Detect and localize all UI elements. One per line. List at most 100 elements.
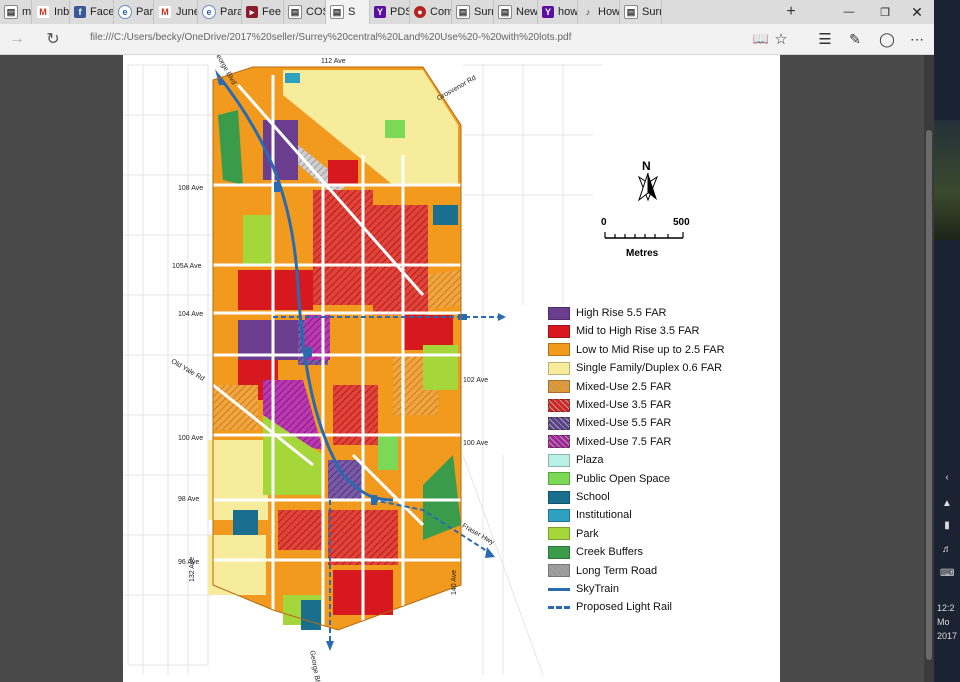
legend-item: Mixed-Use 3.5 FAR (548, 397, 671, 413)
road-label: 100 Ave (463, 440, 489, 447)
tab-15[interactable]: ▤ Surre (620, 0, 662, 24)
tab-label: Surre (474, 6, 493, 18)
legend-label: Park (576, 527, 599, 540)
tab-label: How (598, 6, 620, 18)
legend-label: SkyTrain (576, 583, 619, 595)
legend-item: SkyTrain (548, 581, 619, 597)
road-label: 98 Ave (178, 496, 200, 503)
tab-12[interactable]: ▤ New (494, 0, 538, 24)
tab-3[interactable]: e Parac (114, 0, 154, 24)
edge-icon: e (202, 5, 216, 19)
taskbar-time[interactable]: 12:2 (937, 603, 955, 613)
pdf-page: 112 Ave King George Blvd Grosvenor Rd 10… (123, 55, 780, 682)
legend-label: Single Family/Duplex 0.6 FAR (576, 362, 723, 375)
road-label: 105A Ave (172, 263, 202, 270)
legend-swatch (548, 324, 570, 338)
close-window-button[interactable]: ✕ (902, 0, 932, 24)
battery-icon[interactable]: ▮ (940, 520, 954, 532)
road-label: 132 Ave (189, 556, 196, 582)
legend-swatch (548, 398, 570, 412)
tab-4[interactable]: M June (154, 0, 198, 24)
legend-swatch (548, 587, 570, 591)
tab-label: Parag (220, 6, 241, 18)
road-label: 112 Ave (321, 58, 346, 65)
refresh-icon[interactable]: ↻ (38, 24, 68, 54)
road-label: 102 Ave (463, 377, 489, 384)
chevron-left-icon[interactable]: ‹ (940, 472, 954, 484)
legend-swatch (548, 361, 570, 375)
tab-14[interactable]: ♪ How (578, 0, 620, 24)
legend-swatch (548, 343, 570, 357)
legend-item: Institutional (548, 507, 632, 523)
volume-icon[interactable]: ♬ (940, 544, 954, 556)
tab-10[interactable]: ● Conv (410, 0, 452, 24)
legend-item: High Rise 5.5 FAR (548, 305, 666, 321)
legend-label: Mid to High Rise 3.5 FAR (576, 325, 700, 338)
gmail-icon: M (36, 5, 50, 19)
more-icon[interactable]: ⋯ (902, 24, 932, 54)
legend-label: Institutional (576, 509, 632, 522)
legend-item: Mid to High Rise 3.5 FAR (548, 323, 700, 339)
legend-item: Mixed-Use 7.5 FAR (548, 434, 671, 450)
taskbar-day[interactable]: Mo (937, 617, 950, 627)
legend-swatch (548, 527, 570, 541)
legend-label: Mixed-Use 7.5 FAR (576, 435, 672, 448)
legend-label: Mixed-Use 2.5 FAR (576, 380, 672, 393)
legend-item: Long Term Road (548, 563, 657, 579)
taskbar-year[interactable]: 2017 (937, 631, 957, 641)
tab-label: Fee A (262, 6, 283, 18)
doc-icon: ▤ (456, 5, 470, 19)
tab-7[interactable]: ▤ COSN (284, 0, 326, 24)
pdf-viewer: 112 Ave King George Blvd Grosvenor Rd 10… (0, 55, 934, 682)
tab-label: COSN (306, 6, 325, 18)
tab-label: PDS (390, 6, 409, 18)
doc-icon: ▤ (4, 5, 18, 19)
legend-item: School (548, 489, 610, 505)
url-field[interactable]: file:///C:/Users/becky/OneDrive/2017%20s… (90, 32, 571, 43)
share-icon[interactable]: ◯ (872, 24, 902, 54)
tab-5[interactable]: e Parag (198, 0, 242, 24)
hub-icon[interactable]: ☰ (810, 24, 840, 54)
new-tab-button[interactable]: + (781, 0, 801, 24)
scale-end: 500 (673, 217, 690, 228)
facebook-icon: f (74, 6, 86, 18)
tab-label: Inbo (54, 6, 70, 18)
legend-swatch (548, 380, 570, 394)
doc-icon: ▤ (330, 5, 344, 19)
network-icon[interactable]: ▲ (940, 498, 954, 510)
legend-label: Mixed-Use 5.5 FAR (576, 417, 672, 430)
legend-swatch (548, 490, 570, 504)
legend-label: Low to Mid Rise up to 2.5 FAR (576, 343, 725, 356)
tab-9[interactable]: Y PDS (370, 0, 410, 24)
tab-label: Conv (430, 6, 451, 18)
favorite-star-icon[interactable]: ☆ (766, 24, 796, 54)
tab-6[interactable]: ▸ Fee A (242, 0, 284, 24)
tab-8[interactable]: ▤ S (326, 0, 370, 24)
restore-button[interactable]: ❐ (870, 0, 900, 24)
tab-0[interactable]: ▤ mai (0, 0, 32, 24)
scale-start: 0 (601, 217, 607, 228)
legend-swatch (548, 508, 570, 522)
legend-swatch (548, 605, 570, 609)
scale-unit: Metres (626, 248, 659, 259)
forward-arrow-icon[interactable]: → (2, 24, 32, 54)
web-note-icon[interactable]: ✎ (840, 24, 870, 54)
record-icon: ● (414, 6, 426, 18)
legend-swatch (548, 416, 570, 430)
legend-item: Mixed-Use 2.5 FAR (548, 379, 671, 395)
tab-13[interactable]: Yhow (538, 0, 578, 24)
tab-label: Surre (642, 6, 661, 18)
tab-11[interactable]: ▤ Surre (452, 0, 494, 24)
address-bar: → ↻ file:///C:/Users/becky/OneDrive/2017… (0, 24, 934, 55)
keyboard-icon[interactable]: ⌨ (940, 568, 954, 580)
minimize-button[interactable]: — (834, 0, 864, 24)
legend-swatch (548, 453, 570, 467)
tab-label: Parac (136, 6, 154, 18)
tab-label: how (558, 6, 578, 18)
north-label: N (642, 159, 651, 173)
tab-2[interactable]: f Facel (70, 0, 114, 24)
tab-1[interactable]: M Inbo (32, 0, 70, 24)
legend-swatch (548, 472, 570, 486)
scrollbar-thumb[interactable] (926, 130, 932, 660)
road-label: 108 Ave (178, 185, 204, 192)
